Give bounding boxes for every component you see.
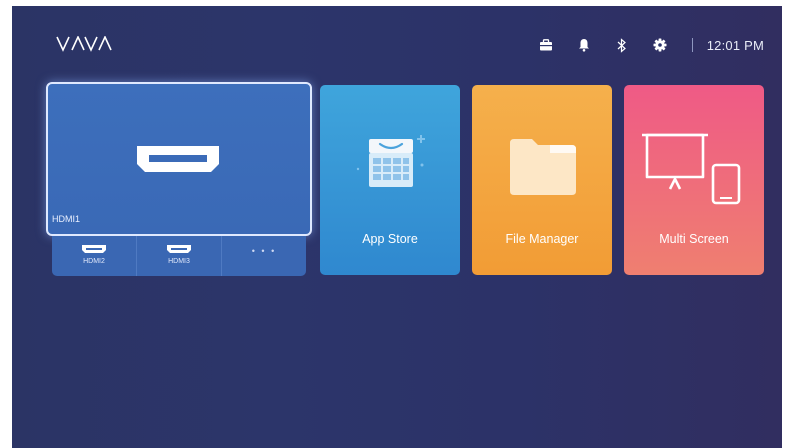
bell-icon[interactable] (576, 37, 592, 53)
hdmi-port-icon (167, 245, 191, 253)
multi-screen-tile[interactable]: Multi Screen (624, 85, 764, 275)
hdmi2-button[interactable]: HDMI2 (52, 236, 136, 276)
status-bar: 12:01 PM (516, 34, 764, 56)
screen-share-icon (640, 131, 744, 212)
hdmi1-label: HDMI1 (52, 214, 81, 224)
app-store-label: App Store (362, 232, 418, 246)
more-dots-icon: • • • (251, 246, 277, 256)
hdmi3-button[interactable]: HDMI3 (136, 236, 221, 276)
status-divider (691, 38, 693, 52)
hdmi1-tile[interactable]: HDMI1 (46, 82, 312, 236)
folder-icon (508, 137, 578, 202)
input-source-row: HDMI2 HDMI3 • • • (52, 236, 306, 276)
hdmi-port-icon (135, 144, 221, 179)
hdmi3-label: HDMI3 (168, 258, 190, 265)
clock-time: 12:01 PM (706, 37, 764, 53)
home-screen: 12:01 PM HDMI1 HDMI2 HDMI3 • • • App Sto… (12, 6, 782, 448)
multi-screen-label: Multi Screen (659, 232, 729, 246)
vava-logo (56, 35, 112, 57)
gear-icon[interactable] (652, 37, 668, 53)
shopping-bag-icon (350, 125, 430, 210)
file-manager-label: File Manager (505, 232, 579, 246)
hdmi2-label: HDMI2 (83, 258, 105, 265)
more-inputs-button[interactable]: • • • (221, 236, 306, 276)
suitcase-icon[interactable] (538, 37, 554, 53)
file-manager-tile[interactable]: File Manager (472, 85, 612, 275)
hdmi-port-icon (82, 245, 106, 253)
bluetooth-icon[interactable] (614, 37, 630, 53)
app-store-tile[interactable]: App Store (320, 85, 460, 275)
